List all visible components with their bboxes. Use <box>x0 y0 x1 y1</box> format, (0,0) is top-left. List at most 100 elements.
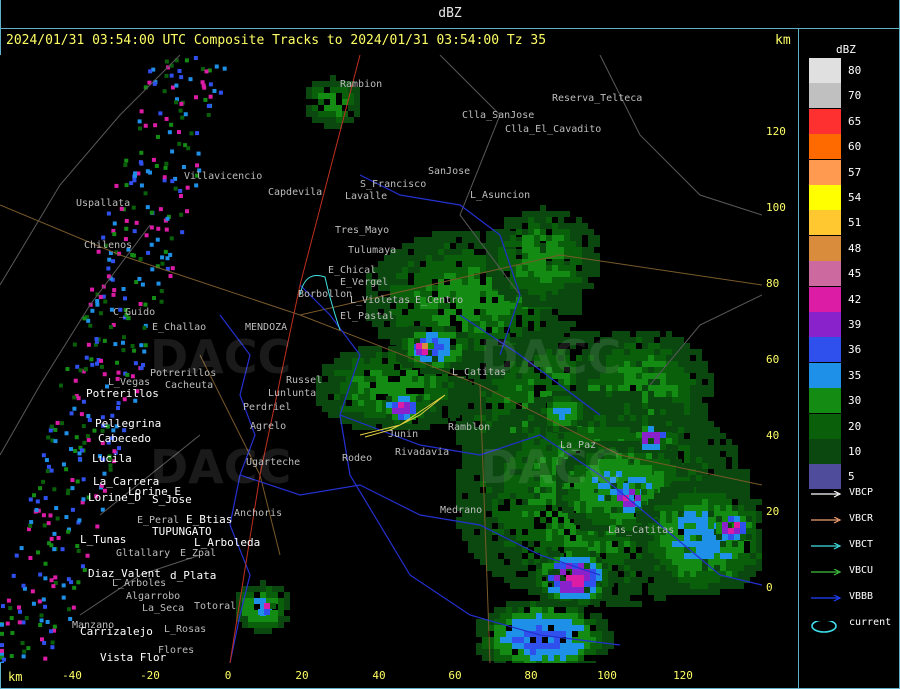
radar-echo-cell <box>462 415 468 421</box>
radar-clutter-cell <box>44 458 49 463</box>
radar-echo-cell <box>672 379 678 385</box>
radar-echo-cell <box>566 613 572 619</box>
radar-echo-cell <box>408 362 414 368</box>
radar-echo-cell <box>660 517 666 523</box>
radar-echo-cell <box>629 483 635 489</box>
radar-echo-cell <box>504 403 510 409</box>
radar-echo-cell <box>488 613 494 619</box>
radar-echo-cell <box>682 471 688 477</box>
radar-echo-cell <box>516 229 522 235</box>
radar-echo-cell <box>324 123 330 129</box>
radar-echo-cell <box>570 271 576 277</box>
radar-echo-cell <box>510 577 516 583</box>
radar-echo-cell <box>640 471 646 477</box>
radar-echo-cell <box>456 433 462 439</box>
radar-echo-cell <box>556 501 562 507</box>
radar-echo-cell <box>572 587 578 593</box>
radar-echo-cell <box>390 273 396 279</box>
radar-echo-cell <box>318 111 324 117</box>
radar-echo-cell <box>386 396 392 402</box>
radar-echo-cell <box>438 344 444 350</box>
radar-echo-cell <box>492 433 498 439</box>
radar-echo-cell <box>576 535 582 541</box>
radar-clutter-cell <box>170 266 175 271</box>
radar-echo-cell <box>624 559 630 565</box>
radar-echo-cell <box>708 553 714 559</box>
radar-echo-cell <box>553 408 559 414</box>
radar-echo-cell <box>572 655 578 661</box>
radar-echo-cell <box>565 408 571 414</box>
radar-clutter-cell <box>31 493 36 498</box>
radar-echo-cell <box>582 271 588 277</box>
radar-echo-cell <box>666 373 672 379</box>
radar-echo-cell <box>456 493 462 499</box>
radar-echo-cell <box>408 344 414 350</box>
radar-echo-cell <box>414 309 420 315</box>
radar-echo-cell <box>566 655 572 661</box>
radar-echo-cell <box>738 487 744 493</box>
radar-echo-cell <box>318 93 324 99</box>
radar-echo-cell <box>400 376 406 382</box>
radar-echo-cell <box>634 459 640 465</box>
radar-echo-cell <box>370 388 376 394</box>
radar-echo-cell <box>546 265 552 271</box>
radar-echo-cell <box>462 487 468 493</box>
radar-echo-cell <box>510 523 516 529</box>
radar-echo-cell <box>322 388 328 394</box>
radar-echo-cell <box>560 661 566 663</box>
radar-echo-cell <box>500 607 506 613</box>
radar-clutter-cell <box>169 73 174 78</box>
radar-echo-cell <box>572 551 578 557</box>
radar-clutter-cell <box>42 640 47 645</box>
radar-echo-cell <box>578 631 584 637</box>
radar-echo-cell <box>436 412 442 418</box>
radar-echo-cell <box>666 547 672 553</box>
radar-echo-cell <box>660 421 666 427</box>
radar-echo-cell <box>476 625 482 631</box>
radar-clutter-cell <box>185 209 190 214</box>
radar-map-panel[interactable]: DACC DACC DACC DACC Rambion Reserva_Telt… <box>0 55 762 663</box>
radar-echo-cell <box>504 303 510 309</box>
radar-echo-cell <box>468 237 474 243</box>
radar-echo-cell <box>577 414 583 420</box>
radar-clutter-cell <box>41 453 46 458</box>
radar-clutter-cell <box>0 661 4 663</box>
radar-echo-cell <box>486 547 492 553</box>
radar-clutter-cell <box>206 112 211 117</box>
radar-echo-cell <box>438 338 444 344</box>
radar-echo-cell <box>450 249 456 255</box>
radar-echo-cell <box>574 519 580 525</box>
radar-echo-cell <box>534 511 540 517</box>
radar-echo-cell <box>696 475 702 481</box>
radar-echo-cell <box>528 253 534 259</box>
radar-echo-cell <box>522 217 528 223</box>
radar-echo-cell <box>588 421 594 427</box>
radar-echo-cell <box>528 295 534 301</box>
radar-echo-cell <box>428 343 434 349</box>
radar-echo-cell <box>462 433 468 439</box>
radar-echo-cell <box>494 607 500 613</box>
radar-echo-cell <box>482 643 488 649</box>
radar-echo-cell <box>528 511 534 517</box>
radar-echo-cell <box>672 391 678 397</box>
radar-echo-cell <box>378 327 384 333</box>
radar-echo-cell <box>596 649 602 655</box>
radar-echo-cell <box>552 301 558 307</box>
radar-echo-cell <box>492 409 498 415</box>
radar-clutter-cell <box>37 599 42 604</box>
radar-echo-cell <box>462 403 468 409</box>
radar-echo-cell <box>708 451 714 457</box>
radar-echo-cell <box>420 255 426 261</box>
radar-echo-cell <box>410 396 416 402</box>
radar-echo-cell <box>400 388 406 394</box>
radar-echo-cell <box>564 523 570 529</box>
radar-echo-cell <box>708 493 714 499</box>
radar-echo-cell <box>548 613 554 619</box>
radar-echo-cell <box>708 457 714 463</box>
radar-echo-cell <box>554 563 560 569</box>
radar-echo-cell <box>506 649 512 655</box>
radar-clutter-cell <box>87 418 92 423</box>
radar-echo-cell <box>504 217 510 223</box>
radar-echo-cell <box>566 607 572 613</box>
radar-clutter-cell <box>43 604 48 609</box>
